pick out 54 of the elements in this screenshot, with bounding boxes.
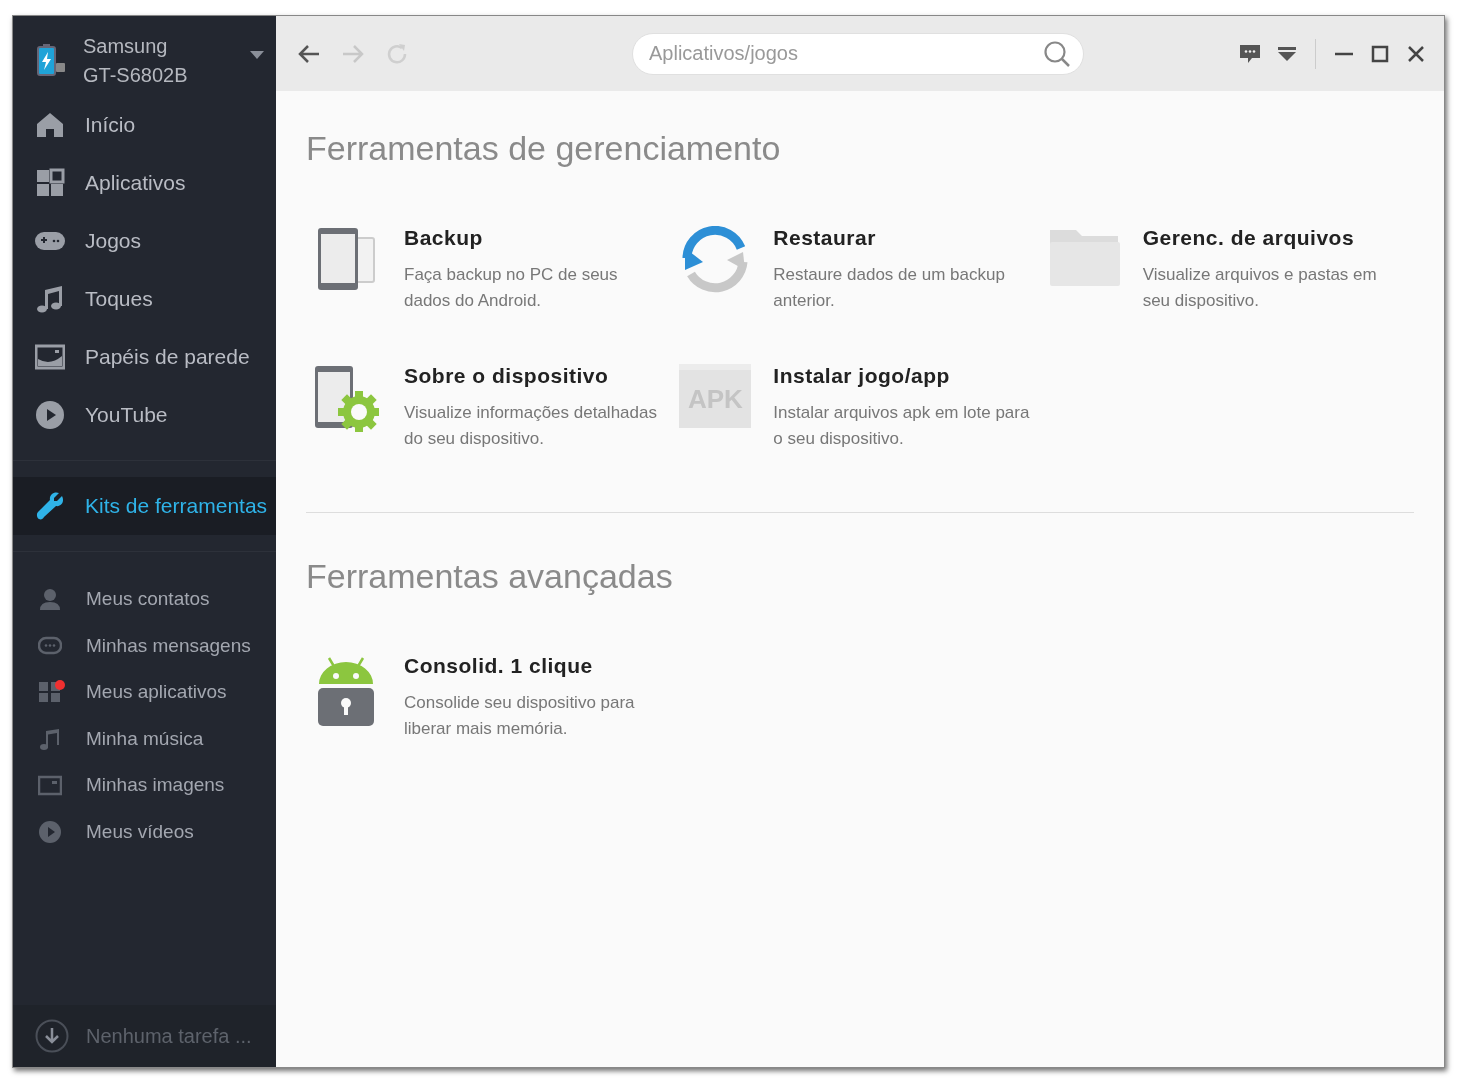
wrench-icon [35, 491, 65, 521]
maximize-icon[interactable] [1370, 43, 1390, 64]
close-icon[interactable] [1406, 43, 1426, 64]
tool-description: Consolide seu dispositivo para liberar mais memória. [404, 692, 636, 740]
person-icon [38, 587, 62, 612]
play-icon [38, 819, 62, 844]
play-icon [35, 400, 65, 430]
nav-item[interactable]: Minhas mensagens [13, 622, 276, 669]
tool-title[interactable]: Restaurar [773, 226, 1036, 250]
nav-item[interactable]: Meus vídeos [13, 808, 276, 855]
tool-title[interactable]: Gerenc. de arquivos [1142, 226, 1405, 250]
section-title: Ferramentas de gerenciamento [306, 129, 782, 168]
grid-icon [38, 680, 62, 705]
nav-item[interactable]: Minhas imagens [13, 762, 276, 809]
device-model: GT-S6802B [83, 63, 189, 88]
tool-title[interactable]: Instalar jogo/app [773, 364, 1036, 388]
nav-item[interactable]: Aplicativos [13, 154, 276, 212]
nav-item[interactable]: Jogos [13, 212, 276, 270]
device-brand: Samsung [83, 34, 169, 59]
nav-item[interactable]: Kits de ferramentas [13, 477, 276, 535]
music-icon [35, 284, 65, 314]
download-icon[interactable] [35, 1019, 69, 1053]
tool-description: Instalar arquivos apk em lote para o seu dispositivo. [773, 402, 1031, 450]
tool-description: Visualize arquivos e pastas em seu dispositivo. [1142, 264, 1378, 312]
caret-icon[interactable] [250, 51, 264, 59]
home-icon [35, 110, 65, 140]
search-icon[interactable] [1043, 39, 1071, 68]
picture-icon [38, 773, 62, 798]
phones-icon[interactable] [316, 226, 376, 292]
search-field[interactable]: Aplicativos/jogos [632, 32, 1084, 75]
nav-item[interactable]: Toques [13, 270, 276, 328]
picture-icon [35, 342, 65, 372]
tool-title[interactable]: Backup [404, 226, 666, 250]
nav-item[interactable]: Início [13, 96, 276, 154]
tool-description: Faça backup no PC de seus dados do Android. [404, 264, 619, 312]
nav-item[interactable]: Meus aplicativos [13, 669, 276, 716]
task-status: Nenhuma tarefa ... [86, 1024, 252, 1048]
search-input[interactable]: Aplicativos/jogos [647, 41, 1043, 66]
music-icon [38, 726, 62, 751]
nav-item[interactable]: Meus contatos [13, 576, 276, 623]
phone-gear-icon[interactable] [313, 364, 379, 432]
nav-item[interactable]: Papéis de parede [13, 328, 276, 386]
battery-plug-icon [35, 43, 67, 79]
tool-description: Restaure dados de um backup anterior. [773, 264, 1006, 312]
nav-item[interactable]: YouTube [13, 386, 276, 444]
tool-description: Visualize informações detalhadas do seu dispositivo. [404, 402, 658, 450]
nav-item[interactable]: Minha música [13, 715, 276, 762]
tool-title[interactable]: Consolid. 1 clique [404, 654, 666, 678]
grid-icon [35, 168, 65, 198]
section-title: Ferramentas avançadas [306, 557, 674, 596]
message-icon[interactable] [1239, 43, 1261, 64]
tool-title[interactable]: Sobre o dispositivo [404, 364, 666, 388]
dropdown-menu-icon[interactable] [1277, 45, 1297, 62]
sync-icon[interactable] [681, 226, 750, 294]
